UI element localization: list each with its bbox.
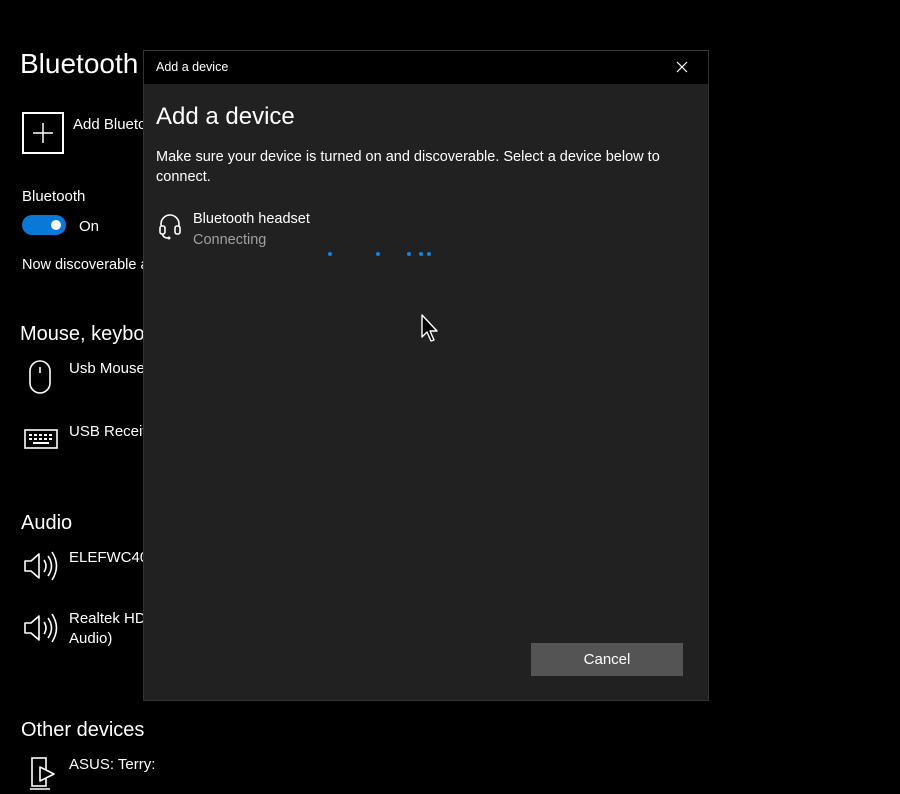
section-heading-audio: Audio bbox=[21, 512, 73, 534]
dialog-window-title: Add a device bbox=[156, 60, 229, 74]
cancel-button[interactable]: Cancel bbox=[531, 643, 683, 676]
speaker-icon bbox=[24, 551, 58, 581]
mouse-pointer-icon bbox=[421, 314, 438, 342]
device-name: Realtek HD bbox=[69, 610, 146, 627]
close-icon bbox=[676, 61, 688, 73]
section-heading-mouse: Mouse, keybo bbox=[20, 323, 145, 345]
keyboard-icon bbox=[24, 429, 58, 449]
section-heading-other: Other devices bbox=[21, 719, 145, 741]
progress-dot bbox=[328, 252, 332, 256]
headset-icon bbox=[159, 214, 181, 240]
progress-dot bbox=[376, 252, 380, 256]
media-device-icon bbox=[30, 757, 55, 790]
add-bluetooth-label: Add Blueto bbox=[73, 116, 147, 133]
device-name: Bluetooth headset bbox=[193, 211, 310, 227]
progress-dot bbox=[407, 252, 411, 256]
mouse-icon bbox=[29, 360, 51, 394]
plus-icon bbox=[22, 112, 64, 154]
bluetooth-toggle-label: Bluetooth bbox=[22, 188, 86, 205]
device-name-line2: Audio) bbox=[69, 630, 113, 647]
device-name: Usb Mouse bbox=[69, 360, 145, 377]
progress-dot bbox=[427, 252, 431, 256]
dialog-heading: Add a device bbox=[156, 103, 295, 130]
dialog-titlebar[interactable]: Add a device bbox=[144, 51, 708, 84]
device-item-bluetooth-headset[interactable]: Bluetooth headset Connecting bbox=[156, 209, 656, 253]
discoverable-text: Now discoverable a bbox=[22, 257, 149, 273]
progress-dot bbox=[419, 252, 423, 256]
device-status: Connecting bbox=[193, 232, 267, 248]
toggle-state-text: On bbox=[79, 218, 100, 235]
speaker-icon bbox=[24, 613, 58, 643]
dialog-description: Make sure your device is turned on and d… bbox=[156, 149, 660, 185]
page-title: Bluetooth bbox=[20, 48, 139, 79]
close-button[interactable] bbox=[662, 51, 702, 84]
add-device-dialog: Add a device Add a device Make sure your… bbox=[143, 50, 709, 701]
device-name: ASUS: Terry: bbox=[69, 756, 156, 773]
bluetooth-toggle[interactable] bbox=[22, 215, 66, 235]
